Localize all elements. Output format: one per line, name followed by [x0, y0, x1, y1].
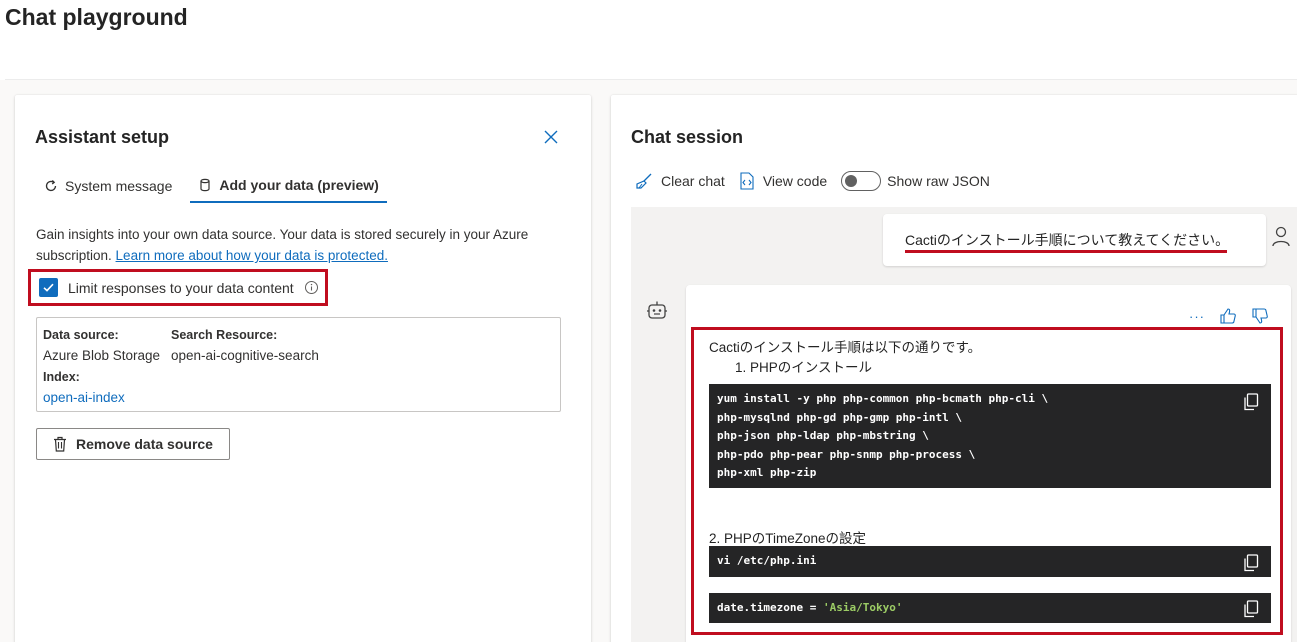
data-source-value: Azure Blob Storage: [43, 348, 161, 363]
thumbs-up-button[interactable]: [1219, 307, 1237, 325]
index-link[interactable]: open-ai-index: [43, 390, 125, 405]
response-intro: Cactiのインストール手順は以下の通りです。: [709, 340, 982, 355]
assistant-setup-title: Assistant setup: [35, 127, 170, 147]
view-code-button[interactable]: View code: [739, 172, 827, 190]
code-block-timezone: date.timezone = 'Asia/Tokyo': [709, 593, 1271, 623]
assistant-response-highlight: Cactiのインストール手順は以下の通りです。 1. PHPのインストール yu…: [691, 327, 1283, 635]
chat-toolbar: Clear chat View code Show raw JSON: [635, 169, 990, 193]
code-block-install: yum install -y php php-common php-bcmath…: [709, 384, 1271, 488]
assistant-message-bubble: ··· Cactiのインストール手順は以下の通りです。 1. PHPのインストー…: [686, 285, 1291, 642]
tab-system-message-label: System message: [65, 178, 173, 194]
show-raw-json-toggle[interactable]: [841, 171, 882, 191]
view-code-label: View code: [762, 173, 828, 189]
info-icon[interactable]: [304, 280, 319, 295]
setup-tabs: System message Add your data (preview): [36, 169, 397, 203]
code-string: 'Asia/Tokyo': [822, 601, 903, 614]
trash-icon: [54, 436, 67, 452]
code-line: date.timezone = 'Asia/Tokyo': [717, 599, 1263, 618]
copy-icon[interactable]: [1243, 600, 1259, 618]
copy-icon[interactable]: [1243, 554, 1259, 572]
remove-data-source-label: Remove data source: [76, 436, 213, 452]
thumbs-down-icon: [1252, 308, 1268, 324]
bot-avatar-icon: [647, 301, 667, 319]
close-button[interactable]: [541, 127, 561, 147]
chat-session-panel: Chat session Clear chat View code Show r…: [611, 95, 1297, 642]
toggle-knob: [845, 175, 858, 187]
tab-add-your-data-label: Add your data (preview): [219, 177, 379, 193]
limit-responses-checkbox[interactable]: [39, 278, 58, 297]
clear-chat-button[interactable]: Clear chat: [635, 172, 725, 190]
page-title: Chat playground: [5, 4, 188, 30]
code-line: vi /etc/php.ini: [717, 554, 817, 567]
checkmark-icon: [43, 283, 54, 292]
code-text: date.timezone =: [717, 601, 823, 614]
code-line: php-xml php-zip: [717, 466, 817, 479]
search-resource-label: Search Resource:: [171, 328, 278, 342]
chat-messages-area: Cactiのインストール手順について教えてください。 ··· Cactiのインス…: [631, 207, 1297, 642]
broom-icon: [636, 173, 652, 189]
assistant-setup-panel: Assistant setup System message Add your …: [15, 95, 591, 642]
message-actions: ···: [1189, 307, 1269, 325]
tab-add-your-data[interactable]: Add your data (preview): [190, 169, 387, 203]
learn-more-link[interactable]: Learn more about how your data is protec…: [116, 248, 388, 263]
user-message-text: Cactiのインストール手順について教えてください。: [905, 232, 1230, 248]
response-step-1: 1. PHPのインストール: [735, 360, 872, 375]
code-file-icon: [740, 172, 754, 190]
index-label: Index:: [43, 370, 80, 384]
user-message-bubble: Cactiのインストール手順について教えてください。: [883, 214, 1266, 266]
thumbs-up-icon: [1220, 308, 1236, 324]
refresh-icon: [45, 180, 57, 192]
data-description: Gain insights into your own data source.…: [36, 224, 566, 266]
search-resource-value: open-ai-cognitive-search: [171, 348, 319, 363]
user-message-highlight: [905, 250, 1227, 253]
thumbs-down-button[interactable]: [1251, 307, 1269, 325]
user-avatar-icon: [1272, 226, 1290, 247]
remove-data-source-button[interactable]: Remove data source: [36, 428, 230, 460]
data-source-label: Data source:: [43, 328, 119, 342]
code-block-php-ini: vi /etc/php.ini: [709, 546, 1271, 577]
copy-icon[interactable]: [1243, 393, 1259, 411]
database-icon: [200, 178, 210, 192]
tab-system-message[interactable]: System message: [36, 169, 180, 203]
chat-session-title: Chat session: [631, 127, 744, 147]
code-line: php-json php-ldap php-mbstring \: [717, 429, 929, 442]
more-actions-button[interactable]: ···: [1189, 309, 1205, 324]
code-line: yum install -y php php-common php-bcmath…: [717, 392, 1049, 405]
show-raw-json-label: Show raw JSON: [887, 173, 990, 189]
clear-chat-label: Clear chat: [661, 173, 725, 189]
limit-responses-option: Limit responses to your data content: [28, 269, 328, 306]
limit-responses-label: Limit responses to your data content: [68, 279, 294, 296]
code-line: php-pdo php-pear php-snmp php-process \: [717, 447, 976, 461]
data-source-details: Data source: Azure Blob Storage Search R…: [36, 317, 561, 412]
close-icon: [544, 130, 558, 144]
response-step-2: 2. PHPのTimeZoneの設定: [709, 531, 867, 546]
code-line: php-mysqlnd php-gd php-gmp php-intl \: [717, 410, 963, 424]
